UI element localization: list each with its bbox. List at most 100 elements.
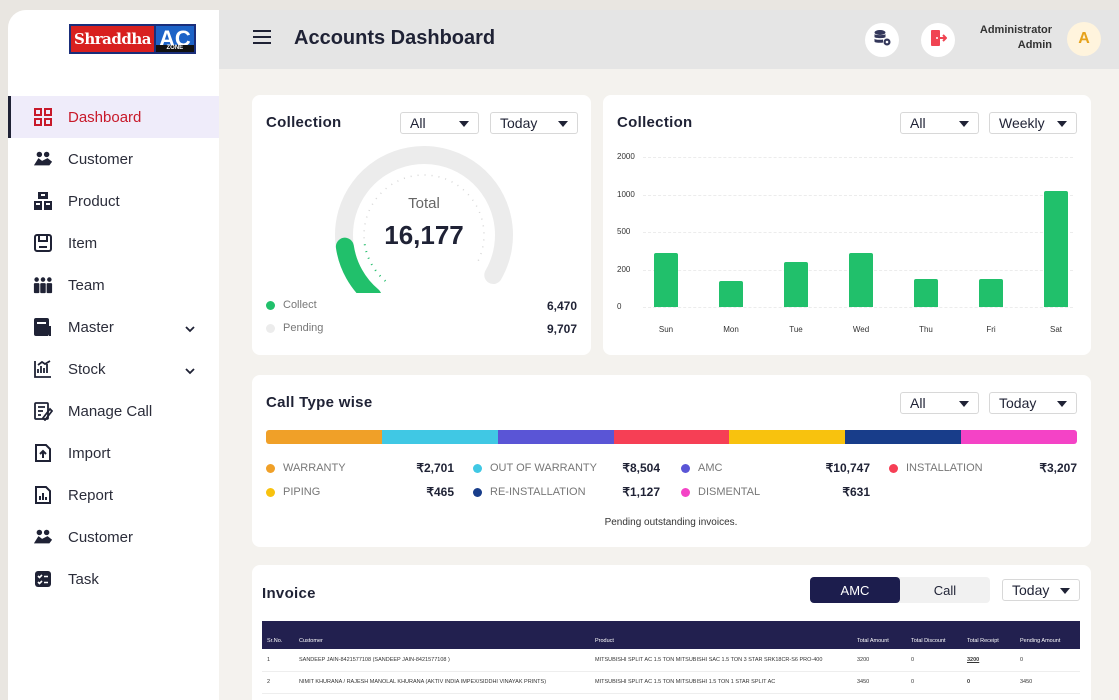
legend-label: Collect — [283, 299, 317, 311]
chevron-down-icon[interactable] — [185, 362, 195, 379]
sidebar-item-customer[interactable]: Customer — [8, 138, 219, 180]
sidebar-item-report[interactable]: Report — [8, 474, 219, 516]
manage-call-icon — [33, 401, 53, 421]
sidebar-item-manage-call[interactable]: Manage Call — [8, 390, 219, 432]
bar-thu[interactable] — [914, 278, 938, 307]
brand-logo[interactable]: Shraddha AC ZONE — [69, 22, 196, 56]
x-tick-label: Thu — [919, 325, 933, 334]
dashboard-icon — [33, 107, 53, 127]
sidebar-item-product[interactable]: Product — [8, 180, 219, 222]
chevron-down-icon[interactable] — [185, 320, 195, 337]
call-period-select[interactable]: Today — [989, 392, 1077, 414]
x-tick-label: Fri — [986, 325, 996, 334]
database-settings-icon — [873, 29, 891, 52]
grid-line — [643, 307, 1073, 308]
sidebar-item-customer-2[interactable]: Customer — [8, 516, 219, 558]
app-window: Shraddha AC ZONE Dashboard Customer Prod… — [8, 10, 1119, 700]
select-value: Today — [500, 115, 538, 131]
sidebar-item-stock[interactable]: Stock — [8, 348, 219, 390]
customer-icon — [33, 527, 53, 547]
collection-period-select[interactable]: Today — [490, 112, 578, 134]
call-legend-value: ₹3,207 — [1039, 461, 1077, 475]
caret-down-icon — [558, 121, 568, 127]
cell-pending-amount: 0 — [1015, 649, 1080, 672]
logo-ac: AC ZONE — [155, 24, 196, 54]
user-name: Admin — [1017, 39, 1052, 51]
legend-label: OUT OF WARRANTY — [490, 462, 597, 474]
table-row[interactable]: 1 SANDEEP JAIN-8421577108 (SANDEEP JAIN-… — [262, 649, 1080, 672]
sidebar-item-team[interactable]: Team — [8, 264, 219, 306]
bar-tue[interactable] — [784, 262, 808, 307]
sidebar-item-label: Task — [68, 570, 99, 588]
master-icon — [33, 317, 53, 337]
toggle-call[interactable]: Call — [900, 577, 990, 603]
select-value: All — [410, 115, 426, 131]
sidebar-item-label: Stock — [68, 360, 106, 378]
call-type-card: Call Type wise All Today WARRANTY ₹2,701 O… — [252, 375, 1091, 547]
call-segment-amc[interactable] — [497, 430, 614, 444]
menu-toggle-icon[interactable] — [253, 30, 271, 44]
sidebar-item-import[interactable]: Import — [8, 432, 219, 474]
call-legend-value: ₹465 — [426, 485, 454, 499]
user-info[interactable]: Administrator Admin — [980, 23, 1052, 53]
x-tick-label: Tue — [789, 325, 803, 334]
table-header-row: Sr.No. Customer Product Total Amount Tot… — [262, 621, 1080, 649]
call-legend-item: AMC — [681, 462, 722, 474]
call-type-select[interactable]: All — [900, 392, 979, 414]
call-segment-piping[interactable] — [729, 430, 846, 444]
weekly-bar-chart: 2000 1000 500 200 0 Sun Mon Tue Wed Thu Fri Sat — [603, 95, 1091, 355]
y-tick-label: 0 — [617, 302, 622, 311]
legend-label: INSTALLATION — [906, 462, 983, 474]
legend-pending: Pending — [266, 322, 323, 334]
legend-dot — [266, 323, 275, 333]
caret-down-icon — [1057, 401, 1067, 407]
collection-gauge — [335, 146, 513, 293]
call-legend-value: ₹1,127 — [622, 485, 660, 499]
select-value: Today — [999, 395, 1037, 411]
call-segment-dismental[interactable] — [961, 430, 1077, 444]
legend-dot — [266, 463, 275, 473]
invoice-period-select[interactable]: Today — [1002, 579, 1080, 601]
bar-sat[interactable] — [1044, 190, 1068, 307]
y-tick-label: 1000 — [617, 189, 635, 199]
call-segment-installation[interactable] — [613, 430, 730, 444]
sidebar-item-label: Team — [68, 276, 105, 294]
bar-sun[interactable] — [654, 253, 678, 307]
call-segment-out-of-warranty[interactable] — [381, 430, 498, 444]
sidebar-item-item[interactable]: Item — [8, 222, 219, 264]
cell-total-receipt-link[interactable]: 3200 — [962, 649, 1015, 672]
collection-type-select[interactable]: All — [400, 112, 479, 134]
logo-text: Shraddha — [69, 24, 156, 54]
caret-down-icon — [959, 401, 969, 407]
table-row[interactable]: 2 NIMIT KHURANA / RAJESH MANOLAL KHURANA… — [262, 671, 1080, 694]
bar-fri[interactable] — [979, 278, 1003, 307]
sidebar-item-task[interactable]: Task — [8, 558, 219, 600]
call-legend-value: ₹631 — [842, 485, 870, 499]
sidebar-item-dashboard[interactable]: Dashboard — [8, 96, 219, 138]
call-segment-warranty[interactable] — [266, 430, 382, 444]
legend-dot — [681, 487, 690, 497]
gauge-center-label: Total — [408, 195, 440, 212]
sidebar: Shraddha AC ZONE Dashboard Customer Prod… — [8, 10, 219, 700]
bar-wed[interactable] — [849, 253, 873, 307]
sidebar-item-master[interactable]: Master — [8, 306, 219, 348]
call-legend-item: INSTALLATION — [889, 462, 983, 474]
collect-value: 6,470 — [546, 299, 577, 313]
cell-total-amount: 3200 — [852, 649, 906, 672]
bar-mon[interactable] — [719, 280, 743, 307]
logout-button[interactable] — [921, 23, 955, 57]
legend-collect: Collect — [266, 299, 317, 311]
select-value: Today — [1012, 582, 1050, 598]
call-type-stacked-bar — [266, 430, 1077, 444]
cell-total-receipt-link[interactable]: 0 — [962, 671, 1015, 694]
column-header: Product — [590, 621, 852, 649]
database-settings-button[interactable] — [865, 23, 899, 57]
toggle-amc[interactable]: AMC — [810, 577, 900, 603]
cell-product: MITSUBISHI SPLIT AC 1.5 TON MITSUBISHI 1… — [590, 671, 852, 694]
avatar[interactable]: A — [1067, 22, 1101, 56]
call-legend-item: OUT OF WARRANTY — [473, 462, 597, 474]
x-tick-label: Mon — [723, 325, 739, 334]
y-tick-label: 2000 — [617, 152, 635, 161]
call-segment-re-installation[interactable] — [845, 430, 962, 444]
grid-line — [643, 157, 1073, 158]
